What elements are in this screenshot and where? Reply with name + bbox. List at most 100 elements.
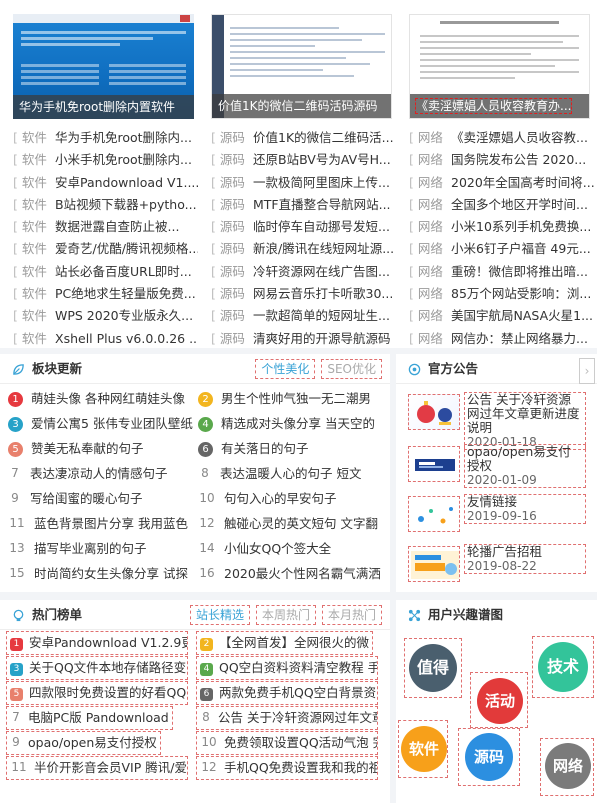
tab-personal-beautify[interactable]: 个性美化 [255, 359, 316, 379]
list-item[interactable]: 12 手机QQ免费设置我和我的祖 [196, 756, 384, 781]
list-item[interactable]: [ 软件 站长必备百度URL即时... [13, 261, 198, 283]
item-title[interactable]: 句句入心的早安句子 [224, 491, 337, 506]
notice-title[interactable]: 轮播广告招租 [467, 545, 583, 559]
tag-bubble[interactable]: 软件 [401, 726, 447, 772]
item-title[interactable]: 重磅！微信即将推出暗... [451, 264, 588, 279]
featured-thumbnail[interactable]: 华为手机免root删除内置软件 [13, 14, 194, 119]
item-title[interactable]: Xshell Plus v6.0.0.26 ... [55, 331, 198, 346]
list-item[interactable]: [ 源码 网易云音乐打卡听歌30... [211, 283, 396, 305]
list-item[interactable]: [ 网络 小米6钉子户福音 49元... [409, 238, 594, 260]
notice-title[interactable]: 友情链接 [467, 495, 583, 509]
list-item[interactable]: [ 源码 还原B站BV号为AV号H... [211, 149, 396, 171]
item-title[interactable]: 《卖淫嫖娼人员收容教... [451, 130, 588, 145]
item-title[interactable]: 还原B站BV号为AV号H... [253, 152, 391, 167]
list-item[interactable]: 3 爱情公寓5 张伟专业团队壁纸 [8, 411, 198, 436]
list-item[interactable]: [ 源码 一款超简单的短网址生... [211, 305, 396, 327]
item-title[interactable]: 国务院发布公告 2020... [451, 152, 586, 167]
thumbnail-caption[interactable]: 《卖淫嫖娼人员收容教育办... [414, 98, 573, 114]
item-title[interactable]: 表达凄凉动人的情感句子 [30, 466, 168, 481]
item-title[interactable]: 网易云音乐打卡听歌30... [253, 286, 393, 301]
item-title[interactable]: 萌娃头像 各种网红萌娃头像 [31, 391, 185, 406]
list-item[interactable]: [ 网络 85万个网站受影响：浏... [409, 283, 594, 305]
item-title[interactable]: 站长必备百度URL即时... [55, 264, 192, 279]
tab-webmaster-picks[interactable]: 站长精选 [189, 605, 250, 625]
tab-month-hot[interactable]: 本月热门 [321, 605, 382, 625]
notice-item[interactable]: 轮播广告招租 2019-08-22 [408, 544, 586, 594]
list-item[interactable]: 4 QQ空白资料资料清空教程 手 [196, 656, 384, 681]
list-item[interactable]: 7 表达凄凉动人的情感句子 [8, 461, 198, 486]
list-item[interactable]: 9 写给闺蜜的暖心句子 [8, 486, 198, 511]
tag-bubble[interactable]: 值得 [409, 644, 457, 692]
list-item[interactable]: [ 源码 新浪/腾讯在线短网址源... [211, 238, 396, 260]
item-title[interactable]: 安卓Pandownload V1.2.9更 [29, 635, 187, 650]
notice-thumbnail[interactable] [408, 446, 460, 482]
notice-thumbnail[interactable] [408, 496, 460, 532]
notice-title[interactable]: 公告 关于冷轩资源网过年文章更新进度说明 [467, 393, 583, 435]
tag-bubble[interactable]: 活动 [477, 678, 523, 724]
list-item[interactable]: 1 安卓Pandownload V1.2.9更 [6, 631, 196, 656]
item-title[interactable]: 小仙女QQ个签大全 [224, 541, 331, 556]
item-title[interactable]: 免费领取设置QQ活动气泡 完 [224, 735, 377, 750]
list-item[interactable]: [ 源码 MTF直播整合导航网站... [211, 194, 396, 216]
list-item[interactable]: 5 赞美无私奉献的句子 [8, 436, 198, 461]
tab-week-hot[interactable]: 本周热门 [255, 605, 316, 625]
list-item[interactable]: [ 网络 小米10系列手机免费换... [409, 216, 594, 238]
item-title[interactable]: 男生个性帅气独一无二潮男 [221, 391, 371, 406]
notice-item[interactable]: 公告 关于冷轩资源网过年文章更新进度说明 2020-01-18 [408, 392, 586, 450]
list-item[interactable]: [ 源码 一款极简阿里图床上传... [211, 172, 396, 194]
item-title[interactable]: 蓝色背景图片分享 我用蓝色 [34, 516, 188, 531]
item-title[interactable]: 半价开影音会员VIP 腾讯/爱奇 [34, 760, 187, 775]
list-item[interactable]: [ 软件 小米手机免root删除内... [13, 149, 198, 171]
list-item[interactable]: [ 软件 B站视频下载器+pytho... [13, 194, 198, 216]
list-item[interactable]: [ 网络 《卖淫嫖娼人员收容教... [409, 127, 594, 149]
item-title[interactable]: 写给闺蜜的暖心句子 [30, 491, 143, 506]
item-title[interactable]: 网信办：禁止网络暴力... [451, 331, 588, 346]
item-title[interactable]: 清爽好用的开源导航源码 [253, 331, 391, 346]
list-item[interactable]: 2 男生个性帅气独一无二潮男 [198, 386, 384, 411]
item-title[interactable]: 数据泄露自查防止被... [55, 219, 179, 234]
item-title[interactable]: 四款限时免费设置的好看QQ [29, 685, 186, 700]
list-item[interactable]: [ 软件 PC绝地求生轻量版免费... [13, 283, 198, 305]
list-item[interactable]: 13 描写毕业离别的句子 [8, 536, 198, 561]
item-title[interactable]: 一款超简单的短网址生... [253, 308, 390, 323]
item-title[interactable]: 安卓Pandownload V1.... [55, 175, 198, 190]
item-title[interactable]: 有关落日的句子 [221, 441, 309, 456]
item-title[interactable]: 临时停车自动挪号发短... [253, 219, 390, 234]
list-item[interactable]: [ 源码 临时停车自动挪号发短... [211, 216, 396, 238]
list-item[interactable]: [ 网络 美国宇航局NASA火星1... [409, 305, 594, 327]
list-item[interactable]: [ 网络 全国多个地区开学时间... [409, 194, 594, 216]
item-title[interactable]: 描写毕业离别的句子 [34, 541, 147, 556]
list-item[interactable]: 9 opao/open易支付授权 [6, 731, 196, 756]
item-title[interactable]: 全国多个地区开学时间... [451, 197, 588, 212]
item-title[interactable]: opao/open易支付授权 [28, 735, 157, 750]
list-item[interactable]: [ 软件 数据泄露自查防止被... [13, 216, 198, 238]
item-title[interactable]: 小米手机免root删除内... [55, 152, 192, 167]
list-item[interactable]: 6 有关落日的句子 [198, 436, 384, 461]
list-item[interactable]: [ 网络 2020年全国高考时间将... [409, 172, 594, 194]
notice-item[interactable]: opao/open易支付授权 2020-01-09 [408, 444, 586, 494]
item-title[interactable]: 两款免费手机QQ空白背景资 [219, 685, 376, 700]
tab-seo-optimize[interactable]: SEO优化 [321, 359, 382, 379]
item-title[interactable]: 一款极简阿里图床上传... [253, 175, 390, 190]
item-title[interactable]: 触碰心灵的英文短句 文字翻 [224, 516, 378, 531]
item-title[interactable]: 时尚简约女生头像分享 试探 [34, 566, 188, 581]
list-item[interactable]: 11 蓝色背景图片分享 我用蓝色 [8, 511, 198, 536]
list-item[interactable]: 7 电脑PC版 Pandownload [6, 706, 196, 731]
notice-item[interactable]: 友情链接 2019-09-16 [408, 494, 586, 544]
list-item[interactable]: 15 时尚简约女生头像分享 试探 [8, 561, 198, 586]
item-title[interactable]: 华为手机免root删除内... [55, 130, 192, 145]
item-title[interactable]: 冷轩资源网在线广告图... [253, 264, 390, 279]
item-title[interactable]: 2020年全国高考时间将... [451, 175, 594, 190]
tag-bubble[interactable]: 网络 [545, 743, 591, 789]
list-item[interactable]: 10 句句入心的早安句子 [198, 486, 384, 511]
list-item[interactable]: 12 触碰心灵的英文短句 文字翻 [198, 511, 384, 536]
item-title[interactable]: 价值1K的微信二维码活... [253, 130, 394, 145]
list-item[interactable]: 2 【全网首发】全网很火的微 [196, 631, 384, 656]
list-item[interactable]: [ 软件 WPS 2020专业版永久... [13, 305, 198, 327]
notice-title[interactable]: opao/open易支付授权 [467, 445, 583, 473]
item-title[interactable]: MTF直播整合导航网站... [253, 197, 391, 212]
list-item[interactable]: 8 表达温暖人心的句子 短文 [198, 461, 384, 486]
list-item[interactable]: [ 源码 冷轩资源网在线广告图... [211, 261, 396, 283]
list-item[interactable]: 1 萌娃头像 各种网红萌娃头像 [8, 386, 198, 411]
item-title[interactable]: 【全网首发】全网很火的微 [219, 635, 369, 650]
